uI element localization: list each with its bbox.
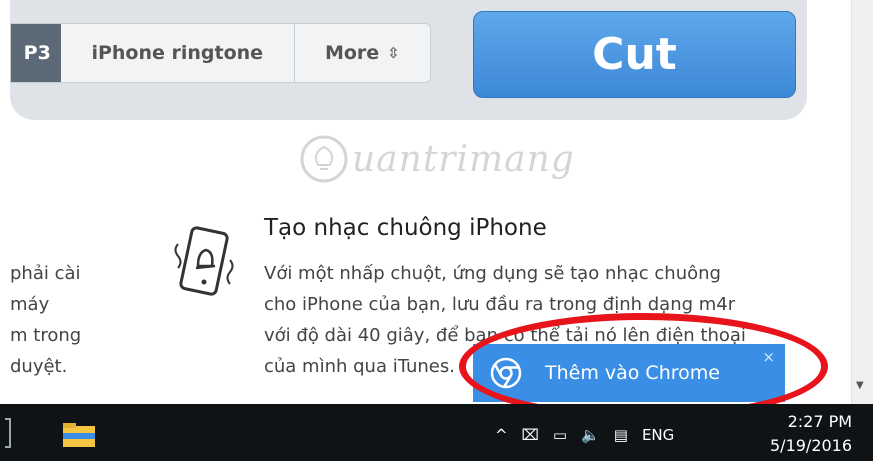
format-more[interactable]: More ⇳ — [294, 24, 430, 82]
scroll-down-icon[interactable]: ▼ — [856, 380, 864, 391]
network-icon[interactable]: ▭ — [553, 426, 567, 444]
feature-line: Với một nhấp chuột, ứng dụng sẽ tạo nhạc… — [264, 263, 721, 284]
lightbulb-logo-icon — [300, 135, 348, 183]
volume-icon[interactable]: 🔈 — [581, 426, 600, 444]
format-mp3[interactable]: P3 — [11, 24, 61, 82]
watermark-text: uantrimang — [352, 138, 575, 180]
show-hidden-icons-icon[interactable]: ^ — [495, 426, 508, 444]
watermark: uantrimang — [296, 128, 596, 190]
language-indicator[interactable]: ENG — [642, 426, 674, 444]
up-down-arrows-icon: ⇳ — [387, 44, 400, 62]
format-selector: P3 iPhone ringtone More ⇳ — [10, 23, 431, 83]
left-line: duyệt. — [10, 356, 68, 377]
page-scrollbar[interactable] — [851, 0, 873, 404]
left-line: máy — [10, 294, 50, 315]
left-line: phải cài — [10, 263, 81, 284]
task-view-icon[interactable] — [5, 418, 11, 448]
taskbar: ^ ⌧ ▭ 🔈 ▤ ENG 2:27 PM 5/19/2016 — [0, 404, 873, 461]
taskbar-clock[interactable]: 2:27 PM 5/19/2016 — [770, 410, 852, 458]
keyboard-icon[interactable]: ⌧ — [522, 426, 539, 444]
action-center-icon[interactable]: ▤ — [614, 426, 628, 444]
cut-button[interactable]: Cut — [473, 11, 796, 98]
left-line: m trong — [10, 325, 82, 346]
vibrating-phone-bell-icon — [174, 226, 234, 296]
feature-line: cho iPhone của bạn, lưu đầu ra trong địn… — [264, 294, 736, 315]
format-iphone-ringtone[interactable]: iPhone ringtone — [60, 24, 295, 82]
system-tray: ^ ⌧ ▭ 🔈 ▤ ENG — [495, 426, 674, 444]
left-column-text: phải cài máy m trong duyệt. — [0, 258, 110, 382]
clock-time: 2:27 PM — [787, 412, 853, 431]
clock-date: 5/19/2016 — [770, 436, 853, 455]
feature-title: Tạo nhạc chuông iPhone — [264, 215, 547, 241]
file-explorer-icon[interactable] — [62, 422, 96, 448]
